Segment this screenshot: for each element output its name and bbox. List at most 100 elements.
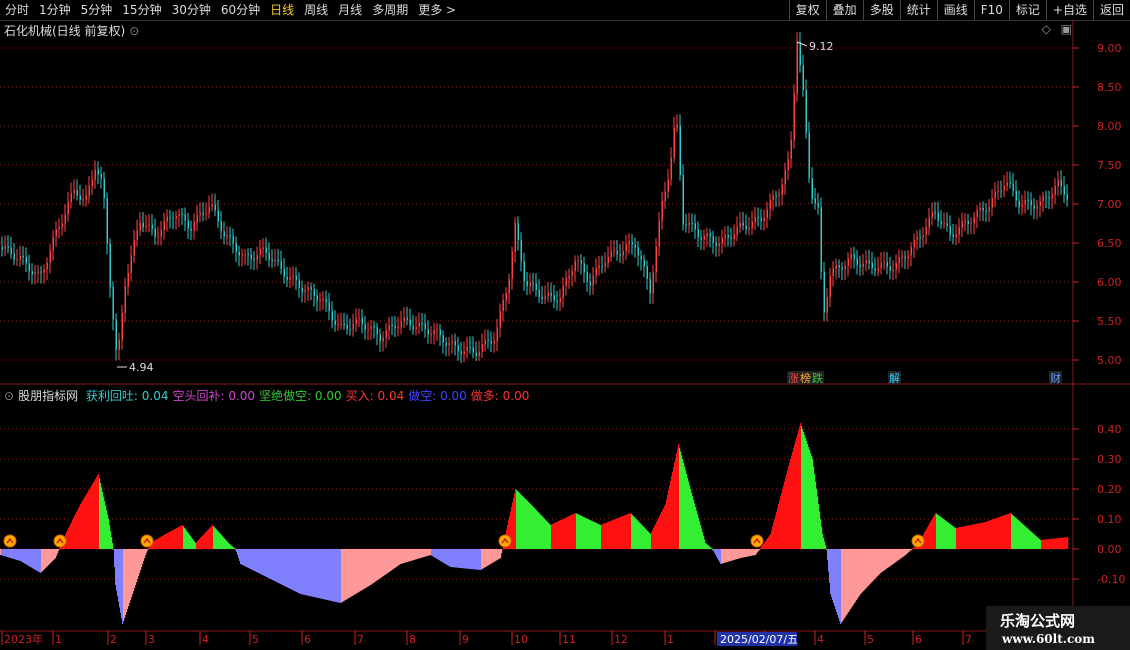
- candle-body: [280, 261, 282, 269]
- candle-body: [790, 139, 792, 159]
- candle-body: [811, 178, 813, 199]
- candle-body: [325, 299, 327, 303]
- time-label: 7: [357, 633, 364, 646]
- candle-body: [784, 169, 786, 185]
- candle-body: [757, 216, 759, 218]
- candle-body: [208, 206, 210, 214]
- candle-body: [1042, 196, 1044, 201]
- candle-body: [934, 212, 936, 214]
- candle-body: [364, 324, 366, 330]
- candle-body: [640, 255, 642, 260]
- candle-body: [925, 227, 927, 236]
- candle-body: [904, 256, 906, 259]
- time-label: 11: [562, 633, 576, 646]
- candle-body: [661, 200, 663, 222]
- candle-body: [709, 233, 711, 237]
- candle-body: [856, 258, 858, 265]
- candle-body: [271, 260, 273, 262]
- candle-body: [1060, 179, 1062, 187]
- candle-body: [385, 330, 387, 338]
- candle-body: [250, 254, 252, 259]
- candle-body: [1, 246, 3, 250]
- candle-body: [241, 254, 243, 256]
- candle-body: [613, 250, 615, 252]
- candle-body: [163, 221, 165, 230]
- candle-body: [388, 324, 390, 331]
- candle-body: [166, 216, 168, 222]
- candle-body: [502, 300, 504, 312]
- candle-body: [136, 230, 138, 240]
- candle-body: [94, 169, 96, 180]
- candle-body: [664, 191, 666, 201]
- candle-body: [610, 251, 612, 258]
- candle-body: [13, 254, 15, 260]
- time-label: 9: [462, 633, 469, 646]
- candle-body: [1003, 185, 1005, 191]
- candle-body: [538, 289, 540, 297]
- candle-body: [28, 263, 30, 272]
- time-label: 8: [409, 633, 416, 646]
- candle-body: [154, 228, 156, 237]
- time-label: 4: [202, 633, 209, 646]
- candle-body: [871, 262, 873, 269]
- candle-body: [832, 268, 834, 277]
- cursor-date-label: 2025/02/07/五: [720, 633, 798, 646]
- candle-body: [274, 259, 276, 262]
- chevron-down-icon[interactable]: ⊙: [129, 24, 139, 38]
- candle-body: [445, 342, 447, 346]
- candle-body: [442, 335, 444, 343]
- indicator-tick-label: 0.10: [1097, 513, 1122, 526]
- candle-body: [835, 265, 837, 269]
- chevron-down-icon[interactable]: ⊙: [4, 389, 14, 403]
- candle-body: [406, 317, 408, 320]
- candle-body: [202, 212, 204, 215]
- candle-body: [673, 127, 675, 158]
- time-label: 1: [667, 633, 674, 646]
- candle-body: [805, 90, 807, 133]
- diamond-icon[interactable]: ◇: [1042, 22, 1051, 36]
- candle-body: [295, 275, 297, 281]
- candle-body: [106, 198, 108, 244]
- candle-body: [847, 258, 849, 266]
- candle-body: [676, 125, 678, 128]
- indicator-bar: [112, 543, 114, 549]
- candle-body: [544, 296, 546, 299]
- panel-toggle-icon[interactable]: ▣: [1061, 22, 1072, 36]
- price-tick-label: 6.50: [1097, 237, 1122, 250]
- candle-body: [748, 227, 750, 230]
- candle-body: [217, 210, 219, 222]
- candle-body: [328, 302, 330, 312]
- time-label: 12: [614, 633, 628, 646]
- candle-body: [178, 213, 180, 217]
- event-label: 涨: [788, 372, 799, 385]
- candle-body: [346, 325, 348, 330]
- candle-body: [37, 271, 39, 273]
- candle-body: [382, 337, 384, 341]
- candle-body: [520, 239, 522, 262]
- indicator-bar: [759, 549, 761, 550]
- candle-body: [892, 269, 894, 271]
- candle-body: [532, 283, 534, 285]
- candle-body: [343, 323, 345, 326]
- time-label: 4: [817, 633, 824, 646]
- candle-body: [58, 226, 60, 230]
- candle-body: [175, 216, 177, 219]
- candle-body: [277, 259, 279, 262]
- candle-body: [529, 283, 531, 286]
- candle-body: [718, 243, 720, 247]
- candle-body: [466, 346, 468, 352]
- candle-body: [652, 272, 654, 294]
- candle-body: [307, 287, 309, 291]
- candle-body: [379, 334, 381, 341]
- candle-body: [646, 266, 648, 279]
- candle-body: [244, 254, 246, 256]
- candle-body: [691, 222, 693, 224]
- candle-body: [433, 330, 435, 335]
- candle-body: [616, 250, 618, 255]
- price-tick-label: 5.50: [1097, 315, 1122, 328]
- candle-body: [472, 347, 474, 353]
- candle-body: [199, 212, 201, 215]
- time-label: 6: [915, 633, 922, 646]
- candle-body: [319, 299, 321, 301]
- candle-body: [943, 223, 945, 225]
